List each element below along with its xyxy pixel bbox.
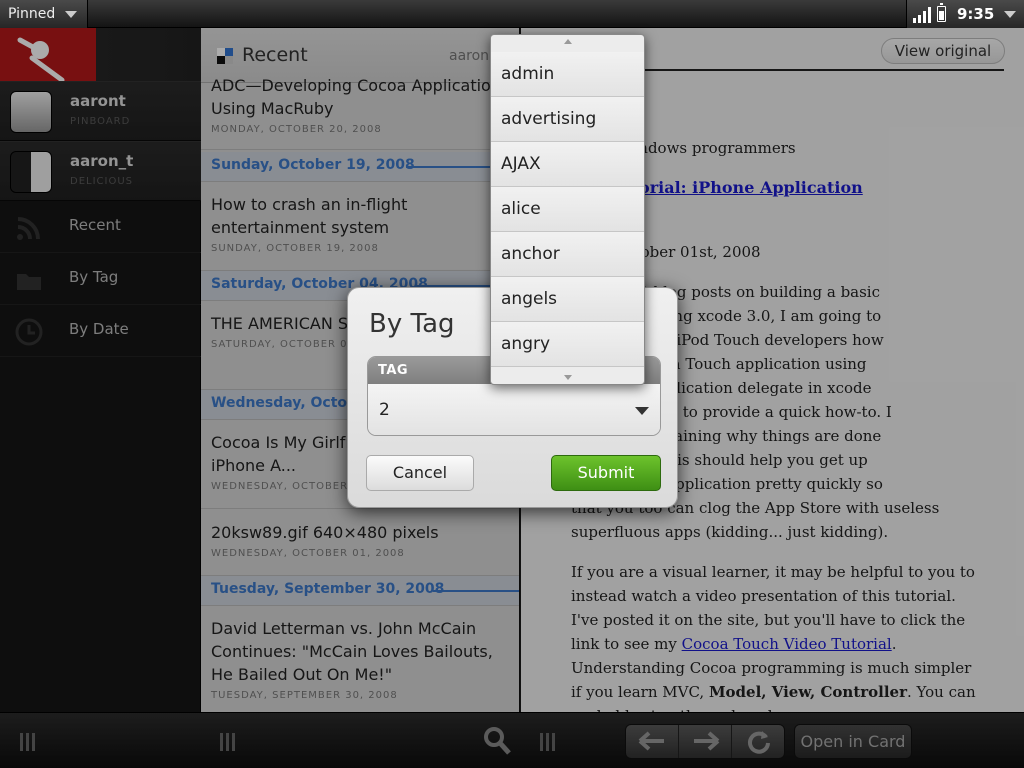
battery-icon <box>937 3 946 22</box>
dropdown-option[interactable]: admin <box>491 52 644 97</box>
tag-select-value: 2 <box>379 400 390 420</box>
dialog-title: By Tag <box>369 309 455 339</box>
tag-dropdown-list[interactable]: admin advertising AJAX alice anchor ange… <box>490 34 645 385</box>
dropdown-option[interactable]: angry <box>491 322 644 367</box>
signal-icon <box>913 7 933 23</box>
app-menu-label: Pinned <box>8 6 56 22</box>
dropdown-option[interactable]: advertising <box>491 97 644 142</box>
dropdown-option[interactable]: angels <box>491 277 644 322</box>
submit-button[interactable]: Submit <box>551 455 661 491</box>
chevron-down-icon <box>1004 11 1016 18</box>
chevron-down-icon <box>635 407 649 415</box>
app-menu[interactable]: Pinned <box>0 0 88 28</box>
clock: 9:35 <box>957 5 995 23</box>
dropdown-option[interactable]: alice <box>491 187 644 232</box>
scroll-down-icon[interactable] <box>564 375 572 380</box>
tag-select[interactable]: 2 <box>368 384 660 435</box>
system-menu[interactable]: 9:35 <box>906 0 1024 28</box>
scroll-up-icon[interactable] <box>564 39 572 44</box>
tag-label: TAG <box>378 363 409 378</box>
status-bar: Pinned 9:35 <box>0 0 1024 28</box>
dropdown-option[interactable]: anchor <box>491 232 644 277</box>
cancel-button[interactable]: Cancel <box>366 455 474 491</box>
chevron-down-icon <box>65 11 77 18</box>
dropdown-option[interactable]: AJAX <box>491 142 644 187</box>
